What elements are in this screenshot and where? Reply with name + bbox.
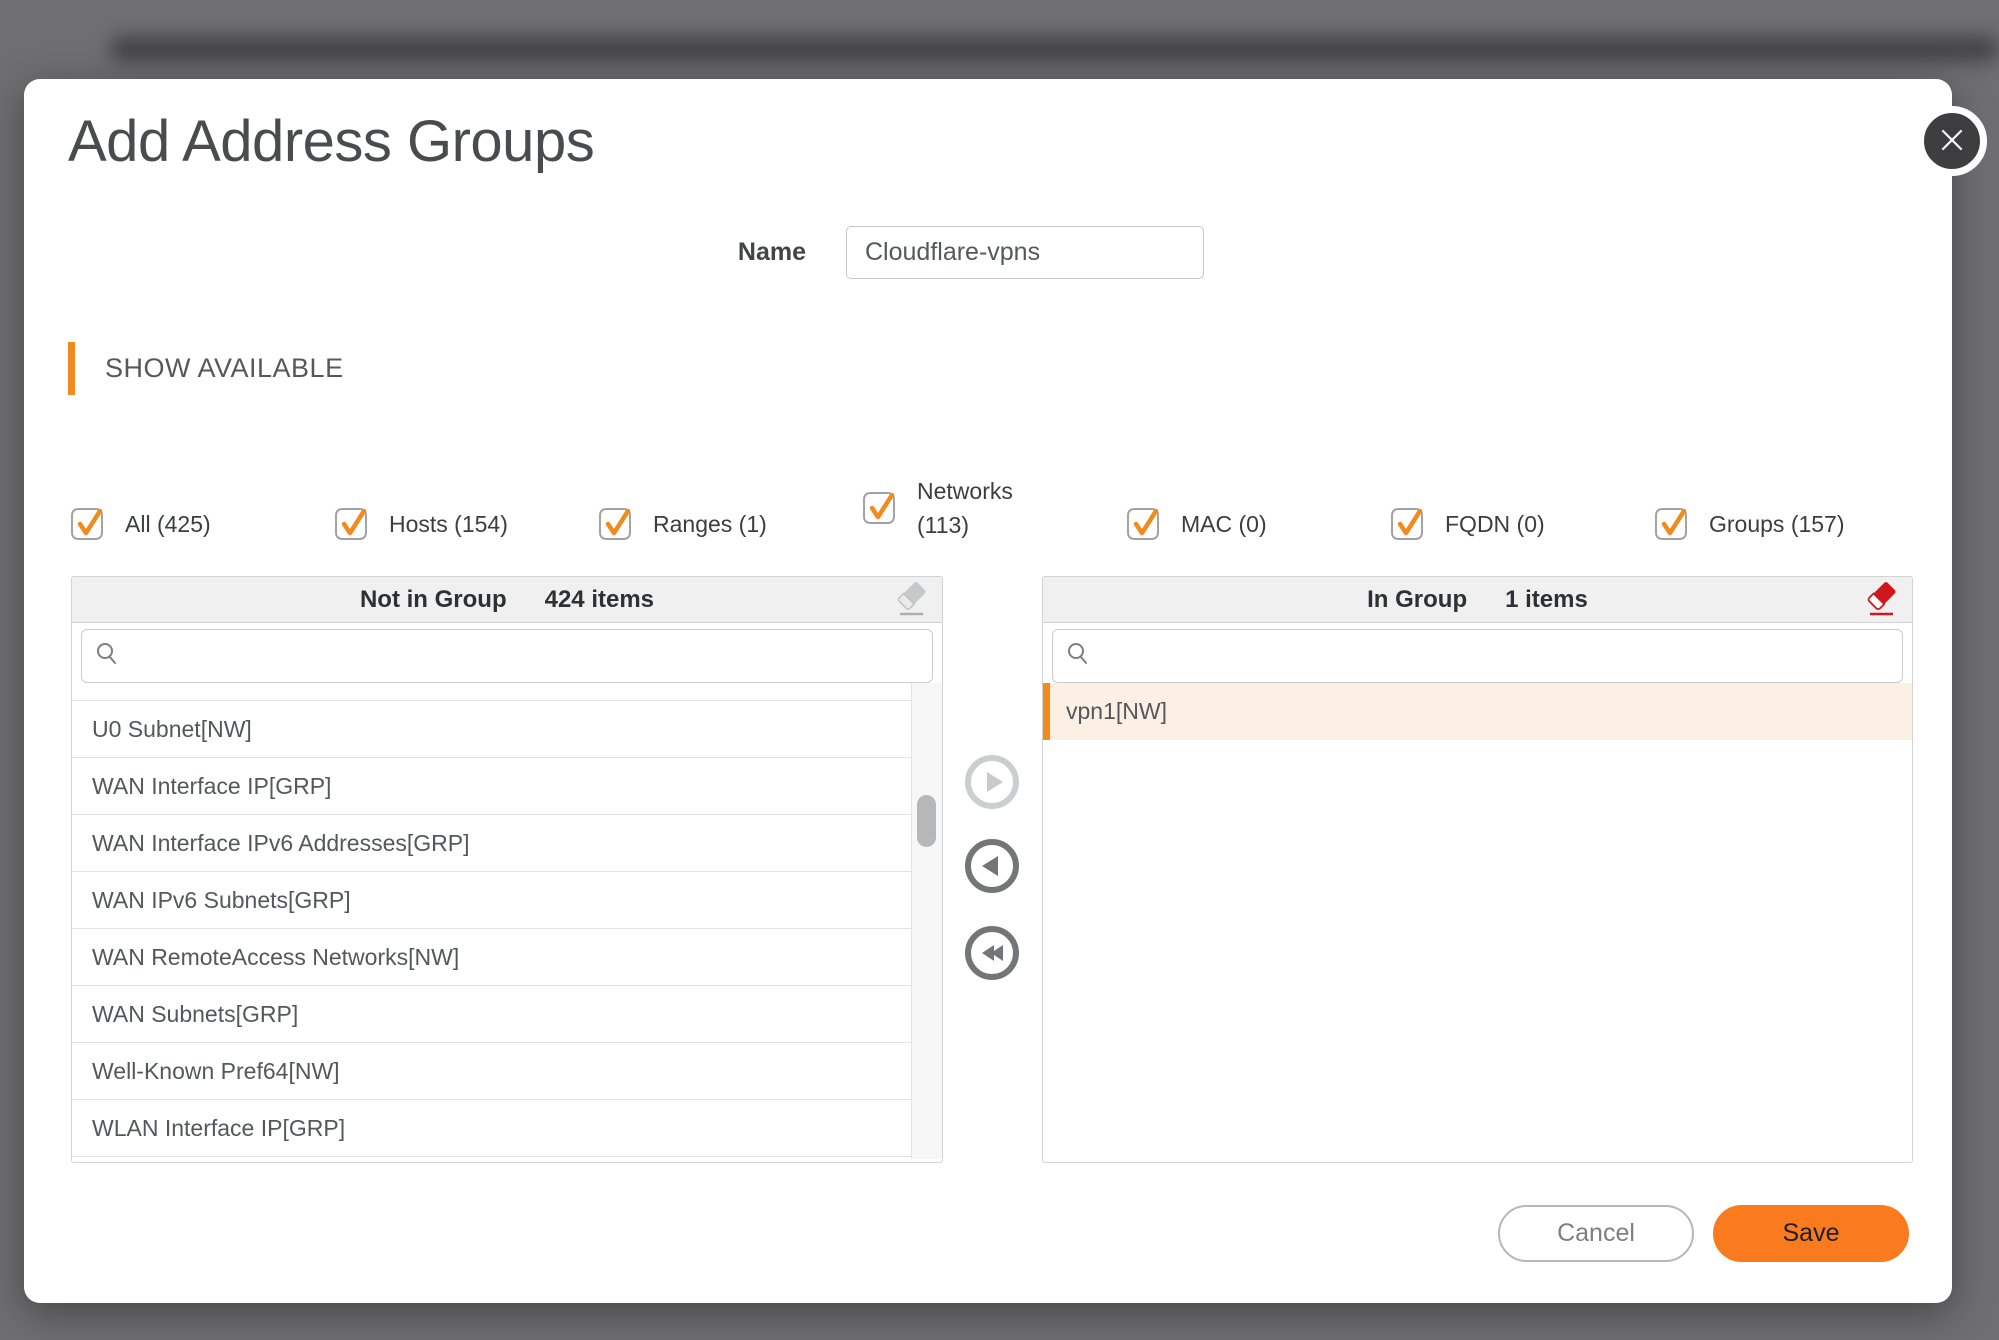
filter-label: Hosts (154) xyxy=(389,507,508,541)
filter-label: MAC (0) xyxy=(1181,507,1267,541)
checkbox-hosts[interactable] xyxy=(335,508,367,540)
list-item[interactable]: Well-Known Pref64[NW] xyxy=(72,1043,911,1100)
filter-label: FQDN (0) xyxy=(1445,507,1545,541)
list-item[interactable]: WAN Interface IP[GRP] xyxy=(72,758,911,815)
filter-label: All (425) xyxy=(125,507,211,541)
filter-groups: Groups (157) xyxy=(1655,469,1919,553)
filter-hosts: Hosts (154) xyxy=(335,469,599,553)
section-heading-text: SHOW AVAILABLE xyxy=(105,353,344,384)
selected-list-item[interactable]: vpn1[NW] xyxy=(1043,683,1912,740)
panel-item-count: 424 items xyxy=(545,586,654,614)
scrollbar-thumb[interactable] xyxy=(917,795,936,847)
list-item[interactable]: WLAN Interface IP[GRP] xyxy=(72,1100,911,1157)
dialog-title: Add Address Groups xyxy=(68,109,594,175)
not-in-group-header: Not in Group 424 items xyxy=(72,577,942,623)
name-field-label: Name xyxy=(524,226,806,279)
in-group-search-input[interactable] xyxy=(1101,630,1890,682)
panel-item-count: 1 items xyxy=(1505,586,1588,614)
filter-networks: Networks (113) xyxy=(863,463,1127,553)
clear-group-button[interactable] xyxy=(1862,581,1900,619)
checkbox-groups[interactable] xyxy=(1655,508,1687,540)
screen-backdrop: Add Address Groups Name SHOW AVAILABLE A… xyxy=(0,0,1999,1340)
filter-label: Ranges (1) xyxy=(653,507,767,541)
clear-selection-button-disabled[interactable] xyxy=(892,581,930,619)
search-icon xyxy=(1065,641,1091,672)
partial-row xyxy=(72,683,911,701)
in-group-search xyxy=(1052,629,1903,683)
not-in-group-search xyxy=(81,629,933,683)
list-item[interactable]: WAN RemoteAccess Networks[NW] xyxy=(72,929,911,986)
checkbox-ranges[interactable] xyxy=(599,508,631,540)
save-button[interactable]: Save xyxy=(1713,1205,1909,1262)
list-item[interactable]: WAN IPv6 Subnets[GRP] xyxy=(72,872,911,929)
checkbox-networks[interactable] xyxy=(863,492,895,524)
close-icon xyxy=(1938,126,1966,157)
name-input[interactable] xyxy=(846,226,1204,279)
section-accent-bar xyxy=(68,342,75,395)
checkbox-fqdn[interactable] xyxy=(1391,508,1423,540)
show-available-section: SHOW AVAILABLE xyxy=(68,342,344,395)
filter-all: All (425) xyxy=(71,469,335,553)
list-item[interactable]: WAN Subnets[GRP] xyxy=(72,986,911,1043)
move-all-left-button[interactable] xyxy=(965,926,1019,980)
list-item[interactable]: WAN Interface IPv6 Addresses[GRP] xyxy=(72,815,911,872)
close-button[interactable] xyxy=(1917,106,1987,176)
filter-mac: MAC (0) xyxy=(1127,469,1391,553)
list-item[interactable]: U0 Subnet[NW] xyxy=(72,701,911,758)
not-in-group-search-input[interactable] xyxy=(130,630,920,682)
double-arrow-left-icon xyxy=(982,945,1003,961)
in-group-panel: In Group 1 items xyxy=(1042,576,1913,1163)
background-blur-band xyxy=(110,36,1999,62)
type-filter-row: All (425) Hosts (154) Ranges (1) Net xyxy=(71,469,1919,553)
arrow-left-icon xyxy=(982,856,998,876)
filter-label: Groups (157) xyxy=(1709,507,1845,541)
in-group-header: In Group 1 items xyxy=(1043,577,1912,623)
filter-fqdn: FQDN (0) xyxy=(1391,469,1655,553)
add-address-groups-dialog: Add Address Groups Name SHOW AVAILABLE A… xyxy=(24,79,1952,1303)
filter-ranges: Ranges (1) xyxy=(599,469,863,553)
eraser-icon xyxy=(892,607,930,622)
move-left-button[interactable] xyxy=(965,839,1019,893)
not-in-group-list: U0 Subnet[NW] WAN Interface IP[GRP] WAN … xyxy=(72,683,942,1159)
arrow-right-icon xyxy=(987,772,1003,792)
scrollbar-track[interactable] xyxy=(911,683,942,1159)
search-icon xyxy=(94,641,120,672)
checkbox-mac[interactable] xyxy=(1127,508,1159,540)
filter-label: Networks (113) xyxy=(917,474,1013,542)
panel-title: In Group xyxy=(1367,586,1467,614)
move-right-button[interactable] xyxy=(965,755,1019,809)
checkbox-all[interactable] xyxy=(71,508,103,540)
eraser-icon xyxy=(1862,607,1900,622)
in-group-list: vpn1[NW] xyxy=(1043,683,1912,1159)
cancel-button[interactable]: Cancel xyxy=(1498,1205,1694,1262)
not-in-group-panel: Not in Group 424 items xyxy=(71,576,943,1163)
panel-title: Not in Group xyxy=(360,586,507,614)
